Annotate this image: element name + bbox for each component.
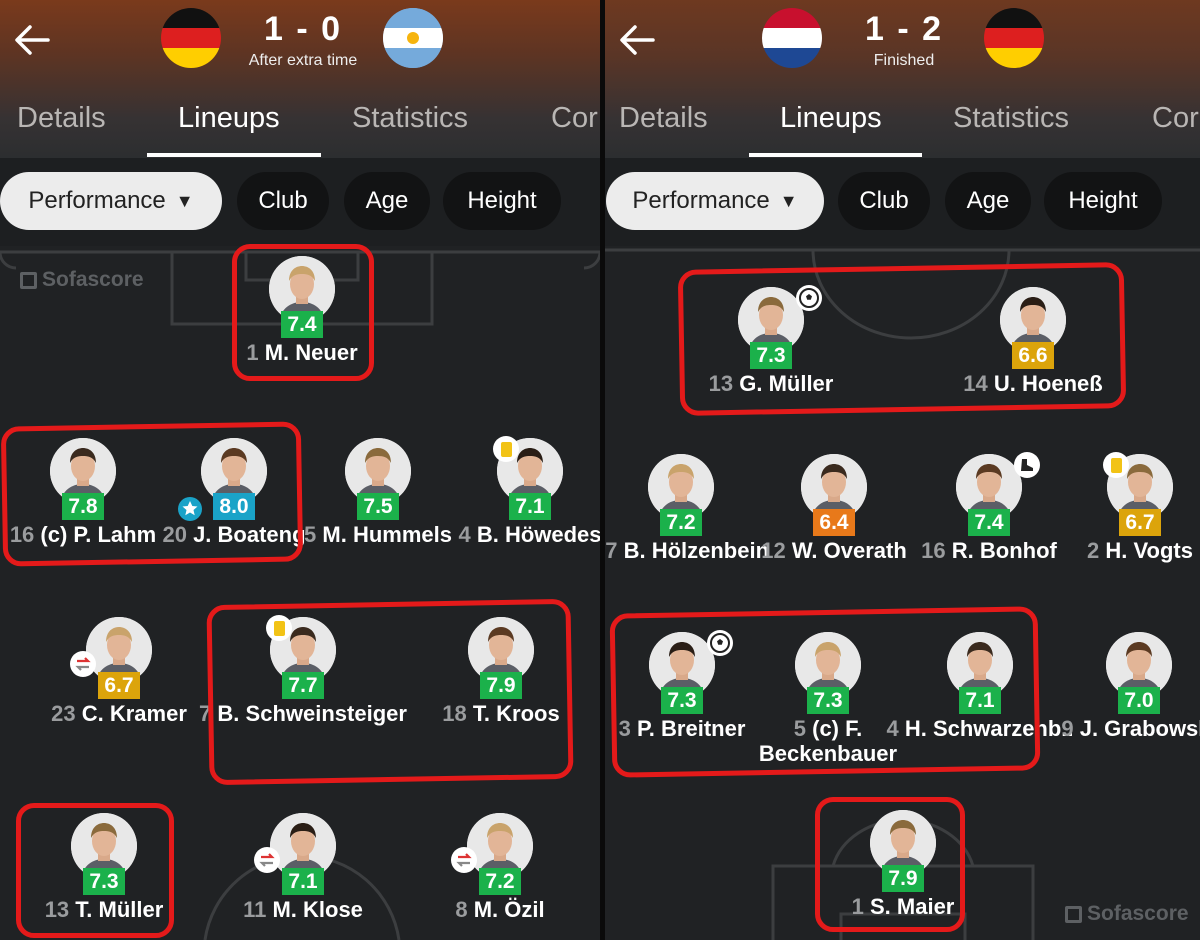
match-score: 1 - 2 xyxy=(864,10,944,48)
player-card[interactable]: 7.0 9 J. Grabowski xyxy=(1054,632,1200,752)
substitution-icon xyxy=(451,847,477,873)
player-name-line: 9 J. Grabowski xyxy=(1034,716,1200,741)
lineup-filter-bar: Performance ▼ Club Age Height xyxy=(605,158,1200,246)
tab-statistics[interactable]: Statistics xyxy=(953,102,1069,135)
watermark-text: Sofascore xyxy=(1087,902,1189,925)
yellow-card-icon xyxy=(493,436,519,462)
player-number: 9 xyxy=(1061,716,1074,741)
match-panel-netherlands-germany: 1 - 2 Finished Details Lineups Statistic… xyxy=(605,0,1200,940)
player-rating: 7.1 xyxy=(509,493,551,520)
match-panel-germany-argentina: 1 - 0 After extra time Details Lineups S… xyxy=(0,0,600,940)
sofascore-watermark: Sofascore xyxy=(1065,902,1189,926)
back-arrow-icon[interactable] xyxy=(615,20,657,60)
match-tabs: Details Lineups Statistics Cor xyxy=(605,98,1200,158)
highlight-circle xyxy=(16,803,174,938)
tab-commentary[interactable]: Cor xyxy=(551,102,598,135)
highlight-circle xyxy=(232,244,374,381)
height-filter-chip[interactable]: Height xyxy=(1044,172,1162,230)
active-tab-indicator xyxy=(749,153,922,157)
player-name: M. Özil xyxy=(473,897,545,922)
player-name-line: 8 M. Özil xyxy=(395,897,600,922)
sofascore-logo-icon xyxy=(1065,905,1082,923)
tab-lineups[interactable]: Lineups xyxy=(780,102,882,135)
player-name: M. Klose xyxy=(272,897,363,922)
match-status: Finished xyxy=(873,52,935,69)
player-number: 2 xyxy=(1087,538,1100,563)
highlight-circle xyxy=(677,262,1127,416)
age-filter-chip[interactable]: Age xyxy=(945,172,1031,230)
player-number: 5 xyxy=(304,522,317,547)
player-rating: 7.1 xyxy=(282,868,324,895)
player-rating: 6.4 xyxy=(813,509,855,536)
player-number: 23 xyxy=(51,701,76,726)
sofascore-watermark: Sofascore xyxy=(20,268,144,292)
player-name: B. Höwedes xyxy=(476,522,600,547)
player-rating: 7.2 xyxy=(479,868,521,895)
height-filter-chip[interactable]: Height xyxy=(443,172,561,230)
sofascore-logo-icon xyxy=(20,271,37,289)
match-header: 1 - 0 After extra time Details Lineups S… xyxy=(0,0,600,158)
age-filter-chip[interactable]: Age xyxy=(344,172,430,230)
player-name: C. Kramer xyxy=(81,701,187,726)
netherlands-flag-icon xyxy=(762,8,822,68)
player-card[interactable]: 6.7 23 C. Kramer xyxy=(34,617,204,737)
player-number: 16 xyxy=(921,538,946,563)
club-filter-chip[interactable]: Club xyxy=(838,172,930,230)
watermark-text: Sofascore xyxy=(42,268,144,291)
player-name-line: 4 B. Höwedes xyxy=(425,522,600,547)
back-arrow-icon[interactable] xyxy=(10,20,52,60)
player-card[interactable]: 7.1 11 M. Klose xyxy=(218,813,388,933)
germany-flag-icon xyxy=(161,8,221,68)
match-header: 1 - 2 Finished Details Lineups Statistic… xyxy=(605,0,1200,158)
substitution-icon xyxy=(254,847,280,873)
player-name-line: 11 M. Klose xyxy=(198,897,408,922)
assist-boot-icon xyxy=(1014,452,1040,478)
player-rating: 7.4 xyxy=(968,509,1010,536)
tab-details[interactable]: Details xyxy=(619,102,708,135)
highlight-circle xyxy=(815,797,965,932)
player-number: 11 xyxy=(243,897,267,922)
yellow-card-icon xyxy=(1103,452,1129,478)
player-number: 4 xyxy=(458,522,471,547)
player-number: 12 xyxy=(761,538,786,563)
performance-filter-label: Performance xyxy=(28,187,166,214)
substitution-icon xyxy=(70,651,96,677)
player-rating: 7.5 xyxy=(357,493,399,520)
player-card[interactable]: 7.1 4 B. Höwedes xyxy=(445,436,600,558)
highlight-circle xyxy=(0,421,304,567)
tab-statistics[interactable]: Statistics xyxy=(352,102,468,135)
match-score: 1 - 0 xyxy=(263,10,343,48)
player-number: 17 xyxy=(605,538,618,563)
player-name: J. Grabowski xyxy=(1079,716,1200,741)
player-rating: 6.7 xyxy=(1119,509,1161,536)
caret-down-icon: ▼ xyxy=(175,190,194,211)
tab-commentary[interactable]: Cor xyxy=(1152,102,1199,135)
player-rating: 6.7 xyxy=(98,672,140,699)
club-filter-chip[interactable]: Club xyxy=(237,172,329,230)
player-number: 8 xyxy=(455,897,468,922)
highlight-circle xyxy=(609,606,1041,778)
active-tab-indicator xyxy=(147,153,321,157)
player-name-line: 23 C. Kramer xyxy=(14,701,224,726)
tab-lineups[interactable]: Lineups xyxy=(178,102,280,135)
performance-filter-chip[interactable]: Performance ▼ xyxy=(0,172,222,230)
caret-down-icon: ▼ xyxy=(779,190,798,211)
tab-details[interactable]: Details xyxy=(17,102,106,135)
highlight-circle xyxy=(206,598,574,786)
player-rating: 7.2 xyxy=(660,509,702,536)
argentina-flag-icon xyxy=(383,8,443,68)
performance-filter-label: Performance xyxy=(632,187,770,214)
match-tabs: Details Lineups Statistics Cor xyxy=(0,98,600,158)
match-status: After extra time xyxy=(248,52,358,69)
player-name-line: 2 H. Vogts xyxy=(1035,538,1200,563)
lineup-filter-bar: Performance ▼ Club Age Height xyxy=(0,158,600,246)
player-rating: 7.0 xyxy=(1118,687,1160,714)
player-card[interactable]: 7.2 8 M. Özil xyxy=(415,813,585,933)
germany-flag-icon xyxy=(984,8,1044,68)
performance-filter-chip[interactable]: Performance ▼ xyxy=(606,172,824,230)
player-card[interactable]: 6.7 2 H. Vogts xyxy=(1055,452,1200,574)
player-name: H. Vogts xyxy=(1105,538,1193,563)
